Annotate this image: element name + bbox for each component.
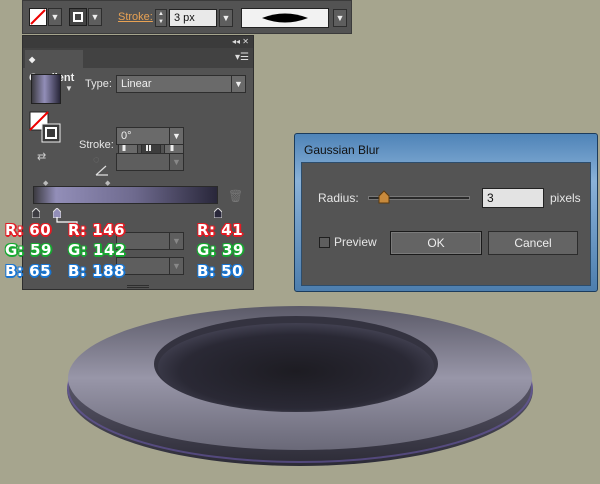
type-select[interactable]: Linear ▼ xyxy=(116,75,246,93)
panel-tab-row: ◆ Gradient ▾☰ xyxy=(23,48,253,84)
radius-slider-thumb[interactable] xyxy=(378,190,390,204)
profile-dropdown-arrow[interactable]: ▼ xyxy=(333,9,347,27)
variable-width-profile[interactable] xyxy=(241,8,329,28)
tab-gradient[interactable]: ◆ Gradient xyxy=(25,50,83,84)
stroke-swatch[interactable] xyxy=(69,8,87,26)
chevron-down-icon: ▼ xyxy=(231,76,245,92)
hole xyxy=(158,323,434,411)
stroke-label[interactable]: Stroke: xyxy=(118,11,153,23)
preview-dropdown-icon[interactable]: ▼ xyxy=(65,84,73,93)
reverse-gradient-icon[interactable]: ⇄ xyxy=(37,150,46,163)
color-stop-2[interactable] xyxy=(53,208,61,218)
stop1-green-value: G: 59 xyxy=(5,241,52,259)
ok-button[interactable]: OK xyxy=(390,231,482,255)
stroke-weight-field[interactable]: 3 px xyxy=(169,9,217,27)
stop1-red-value: R: 60 xyxy=(5,221,52,239)
preview-label[interactable]: Preview xyxy=(334,235,377,249)
control-bar: ▼ ▼ Stroke: ▲ ▼ 3 px ▼ ▼ xyxy=(22,0,352,34)
radius-label: Radius: xyxy=(318,191,359,205)
stop3-blue-value: B: 50 xyxy=(197,262,244,280)
panel-menu-icon[interactable]: ▾☰ xyxy=(235,52,249,63)
dialog-title: Gaussian Blur xyxy=(304,143,380,157)
opacity-field[interactable]: ▼ xyxy=(116,232,184,250)
type-label: Type: xyxy=(85,78,112,90)
stop2-red-value: R: 146 xyxy=(68,221,126,239)
chevron-down-icon: ▼ xyxy=(169,233,183,249)
location-field[interactable]: ▼ xyxy=(116,257,184,275)
stroke-weight-stepper[interactable]: ▲ ▼ xyxy=(155,9,167,27)
stop1-blue-value: B: 65 xyxy=(5,262,52,280)
panel-resize-grip[interactable] xyxy=(127,285,149,288)
chevron-down-icon: ▼ xyxy=(169,128,183,144)
panel-titlebar[interactable]: ◂◂ ✕ xyxy=(23,36,253,48)
gradient-slider[interactable] xyxy=(33,186,218,204)
stop3-red-value: R: 41 xyxy=(197,221,244,239)
angle-field[interactable]: 0° ▼ xyxy=(116,127,184,145)
aspect-ratio-icon: ◌ xyxy=(93,154,100,166)
gradient-preview-swatch[interactable] xyxy=(31,74,61,104)
color-stop-3[interactable] xyxy=(214,208,222,218)
fill-swatch[interactable] xyxy=(29,8,47,26)
stroke-label: Stroke: xyxy=(79,139,114,151)
type-select-value: Linear xyxy=(121,78,152,90)
color-stop-1[interactable] xyxy=(32,208,40,218)
delete-stop-icon[interactable]: 🗑 xyxy=(228,189,243,203)
radius-input[interactable]: 3 xyxy=(482,188,544,208)
fill-dropdown-arrow[interactable]: ▼ xyxy=(48,8,62,26)
angle-value: 0° xyxy=(121,130,132,142)
chevron-down-icon: ▼ xyxy=(169,154,183,170)
cancel-button[interactable]: Cancel xyxy=(488,231,578,255)
stop2-blue-value: B: 188 xyxy=(68,262,125,280)
gaussian-blur-dialog: Gaussian Blur Radius: 3 pixels Preview O… xyxy=(294,133,598,292)
width-profile-shape-icon xyxy=(262,13,308,23)
chevron-down-icon: ▼ xyxy=(169,258,183,274)
fill-stroke-icon[interactable] xyxy=(29,111,63,145)
stroke-dropdown-arrow[interactable]: ▼ xyxy=(88,8,102,26)
stop3-green-value: G: 39 xyxy=(197,241,244,259)
collapse-icon: ◆ xyxy=(29,55,36,64)
preview-checkbox[interactable] xyxy=(319,237,330,248)
aspect-ratio-field[interactable]: ▼ xyxy=(116,153,184,171)
dialog-body: Radius: 3 pixels Preview OK Cancel xyxy=(301,162,591,286)
stop2-green-value: G: 142 xyxy=(68,241,126,259)
stroke-weight-dropdown-arrow[interactable]: ▼ xyxy=(219,9,233,27)
pixels-unit-label: pixels xyxy=(550,191,581,205)
